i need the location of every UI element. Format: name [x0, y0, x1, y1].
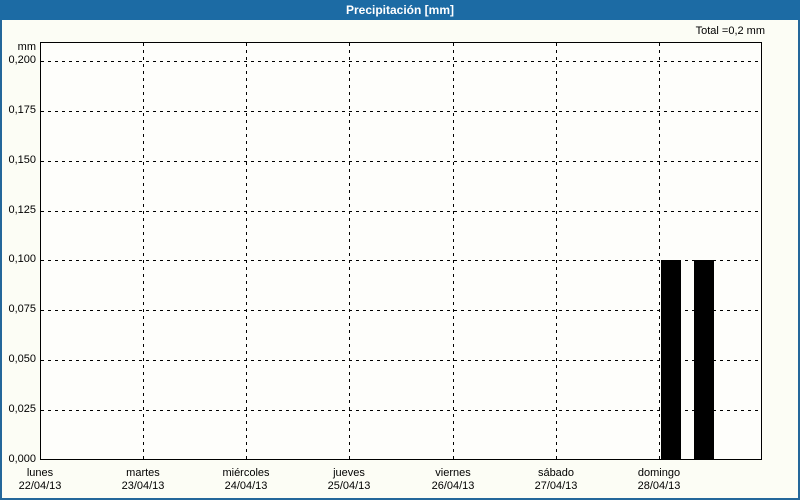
- chart-title: Precipitación [mm]: [345, 3, 455, 17]
- h-gridline: [41, 211, 761, 212]
- y-tick-label: 0,200: [8, 54, 36, 66]
- x-axis-date: 27/04/13: [534, 480, 578, 492]
- h-gridline: [41, 360, 761, 361]
- h-gridline: [41, 410, 761, 411]
- x-axis-label: sábado 27/04/13: [535, 467, 578, 493]
- y-tick-label: 0,100: [8, 253, 36, 265]
- y-tick-label: 0,175: [8, 104, 36, 116]
- h-gridline: [41, 161, 761, 162]
- v-gridline: [143, 43, 144, 459]
- y-axis-unit-label: mm: [17, 41, 36, 53]
- x-axis-label: jueves 25/04/13: [328, 467, 371, 493]
- y-tick-label: 0,000: [8, 453, 36, 465]
- x-axis-label: martes 23/04/13: [122, 467, 165, 493]
- h-gridline: [41, 310, 761, 311]
- v-gridline: [453, 43, 454, 459]
- x-axis-weekday: jueves: [333, 467, 365, 479]
- precipitation-bar: [661, 260, 681, 459]
- y-tick-label: 0,150: [8, 154, 36, 166]
- v-gridline: [556, 43, 557, 459]
- y-tick-label: 0,125: [8, 204, 36, 216]
- x-axis-date: 22/04/13: [18, 480, 62, 492]
- chart-window: Precipitación [mm] Total =0,2 mm mm 0,00…: [0, 0, 800, 500]
- h-gridline: [41, 61, 761, 62]
- x-axis-weekday: martes: [126, 467, 160, 479]
- x-axis-weekday: lunes: [26, 467, 54, 479]
- y-tick-label: 0,075: [8, 303, 36, 315]
- y-tick-label: 0,025: [8, 403, 36, 415]
- x-axis-weekday: domingo: [637, 467, 681, 479]
- h-gridline: [41, 111, 761, 112]
- v-gridline: [246, 43, 247, 459]
- h-gridline: [41, 260, 761, 261]
- x-axis-weekday: viernes: [435, 467, 471, 479]
- x-axis-weekday: sábado: [537, 467, 575, 479]
- x-axis-date: 25/04/13: [327, 480, 371, 492]
- total-label: Total =0,2 mm: [695, 25, 765, 37]
- v-gridline: [659, 43, 660, 459]
- x-axis-date: 26/04/13: [431, 480, 475, 492]
- x-axis-label: lunes 22/04/13: [19, 467, 62, 493]
- x-axis-label: domingo 28/04/13: [638, 467, 681, 493]
- v-gridline: [349, 43, 350, 459]
- x-axis-label: viernes 26/04/13: [432, 467, 475, 493]
- x-axis-date: 28/04/13: [637, 480, 681, 492]
- x-axis-label: miércoles 24/04/13: [222, 467, 269, 493]
- x-axis-weekday: miércoles: [222, 467, 270, 479]
- precipitation-bar: [694, 260, 714, 459]
- chart-title-bar: Precipitación [mm]: [0, 0, 800, 20]
- y-tick-label: 0,050: [8, 353, 36, 365]
- x-axis-date: 24/04/13: [224, 480, 268, 492]
- x-axis-date: 23/04/13: [121, 480, 165, 492]
- plot-background: [40, 42, 762, 460]
